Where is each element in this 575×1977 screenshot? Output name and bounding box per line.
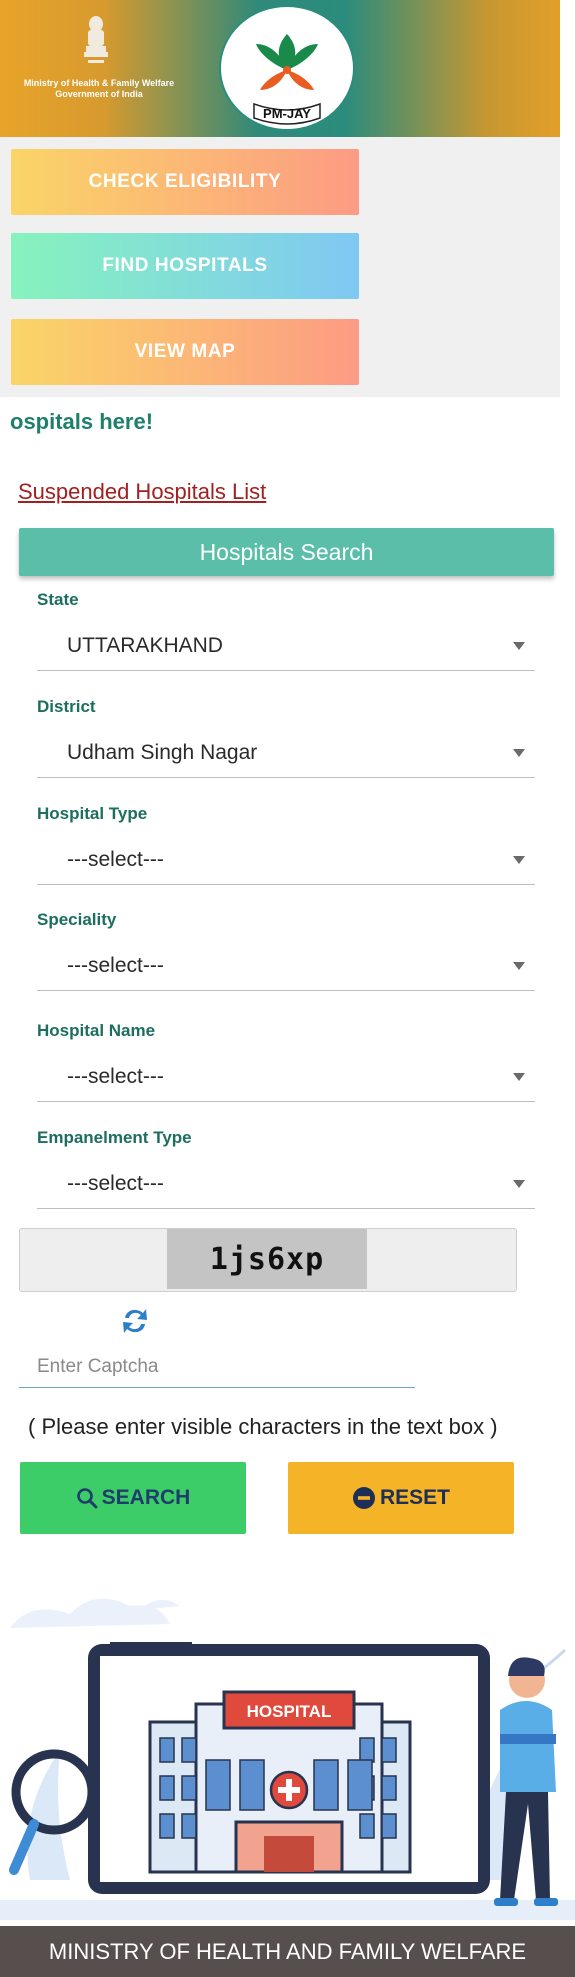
captcha-hint: ( Please enter visible characters in the…	[28, 1414, 498, 1439]
hospital-name-select[interactable]: ---select---	[37, 1057, 535, 1102]
view-map-button[interactable]: VIEW MAP	[11, 319, 359, 385]
check-eligibility-button[interactable]: CHECK ELIGIBILITY	[11, 149, 359, 215]
minus-circle-icon	[352, 1487, 375, 1509]
national-emblem-icon	[84, 16, 108, 63]
find-hospitals-button[interactable]: FIND HOSPITALS	[11, 233, 359, 299]
hospital-illustration: HOSPITAL	[0, 1598, 575, 1920]
empanelment-type-label: Empanelment Type	[37, 1128, 192, 1147]
logo-text: PM-JAY	[263, 106, 311, 121]
ministry-title: Ministry of Health & Family Welfare Gove…	[14, 78, 184, 100]
captcha-input[interactable]	[19, 1346, 415, 1388]
hospital-type-value: ---select---	[67, 848, 164, 871]
district-select[interactable]: Udham Singh Nagar	[37, 733, 535, 778]
dropdown-arrow-icon	[513, 749, 525, 757]
speciality-select[interactable]: ---select---	[37, 946, 535, 991]
speciality-label: Speciality	[37, 910, 117, 929]
district-value: Udham Singh Nagar	[67, 741, 258, 764]
ministry-line1: Ministry of Health & Family Welfare	[23, 78, 175, 88]
suspended-hospitals-link[interactable]: Suspended Hospitals List	[18, 479, 266, 505]
dropdown-arrow-icon	[513, 1180, 525, 1188]
ministry-line2: Government of India	[55, 89, 143, 99]
state-value: UTTARAKHAND	[67, 634, 223, 657]
header-banner: Ministry of Health & Family Welfare Gove…	[0, 0, 575, 137]
empanelment-type-value: ---select---	[67, 1172, 164, 1195]
speciality-value: ---select---	[67, 954, 164, 977]
dropdown-arrow-icon	[513, 1073, 525, 1081]
hospital-name-label: Hospital Name	[37, 1021, 156, 1040]
state-select[interactable]: UTTARAKHAND	[37, 626, 535, 671]
dropdown-arrow-icon	[513, 642, 525, 650]
refresh-captcha-icon[interactable]	[120, 1304, 150, 1338]
dropdown-arrow-icon	[513, 962, 525, 970]
dropdown-arrow-icon	[513, 856, 525, 864]
search-icon	[76, 1488, 98, 1509]
search-button[interactable]: SEARCH	[20, 1462, 246, 1534]
reset-button[interactable]: RESET	[288, 1462, 514, 1534]
search-button-label: SEARCH	[101, 1486, 191, 1509]
captcha-image: 1js6xp	[167, 1229, 367, 1289]
footer-bar: MINISTRY OF HEALTH AND FAMILY WELFARE	[0, 1926, 575, 1977]
district-label: District	[37, 697, 96, 716]
marquee-text: ospitals here!	[10, 409, 154, 434]
hospital-type-select[interactable]: ---select---	[37, 840, 535, 885]
hospital-type-label: Hospital Type	[37, 804, 148, 823]
hospital-name-value: ---select---	[67, 1065, 164, 1088]
reset-button-label: RESET	[379, 1486, 450, 1509]
hospitals-search-header: Hospitals Search	[19, 528, 554, 576]
header-right-edge	[560, 0, 575, 137]
state-label: State	[37, 590, 79, 609]
pmjay-logo-icon: PM-JAY	[219, 5, 355, 131]
hospital-sign-text: HOSPITAL	[247, 1702, 332, 1721]
empanelment-type-select[interactable]: ---select---	[37, 1164, 535, 1209]
